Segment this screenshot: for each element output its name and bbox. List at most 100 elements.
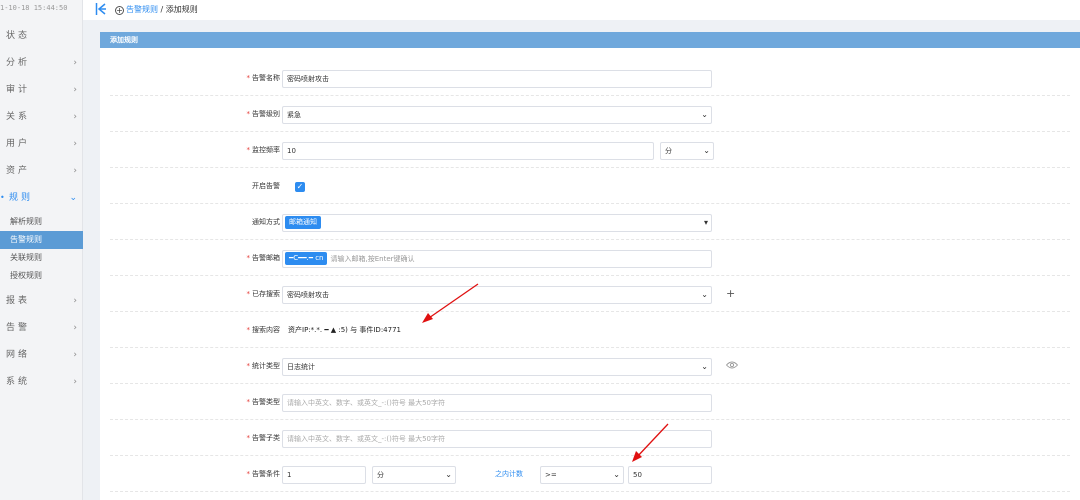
sidebar-item-label: 状态 [6, 31, 31, 41]
saved-search-select[interactable]: 密码喷射攻击 ⌄ [282, 286, 712, 304]
sidebar-subitem-parse-rules[interactable]: 解析规则 [0, 213, 83, 231]
form-row-alert-level: * 告警级别 : 紧急 ⌄ [110, 96, 1070, 132]
colon: : [268, 398, 271, 406]
required-mark: * [246, 110, 251, 118]
required-mark: * [246, 398, 251, 406]
top-bar: + 告警规则 / 添加规则 [83, 0, 1080, 20]
chevron-right-icon: › [73, 296, 77, 306]
stat-type-select[interactable]: 日志统计 ⌄ [282, 358, 712, 376]
sidebar-item-network[interactable]: 网络 › [0, 343, 83, 370]
chevron-right-icon: › [73, 166, 77, 176]
panel-title: 添加规则 [100, 32, 1080, 48]
sidebar-item-assets[interactable]: 资产 › [0, 159, 83, 186]
sidebar-subitem-correlation-rules[interactable]: 关联规则 [0, 249, 83, 267]
form-row-monitor-frequency: * 监控频率 : 10 分 ⌄ [110, 132, 1070, 168]
required-mark: * [246, 362, 251, 370]
chevron-right-icon: › [73, 139, 77, 149]
sidebar-item-status[interactable]: 状态 [0, 24, 83, 51]
required-mark: * [246, 326, 251, 334]
chevron-down-icon: ⌄ [69, 193, 77, 203]
colon: : [268, 74, 271, 82]
chevron-right-icon: › [73, 112, 77, 122]
notify-method-select[interactable]: 邮箱通知 ▾ [282, 214, 712, 232]
sidebar-item-label: 告警 [6, 323, 31, 333]
count-within-link[interactable]: 之内计数 [495, 456, 523, 492]
sidebar-menu: 状态 分析 › 审计 › 关系 › 用户 › 资产 › • 规则 ⌄ 解析规则 告警规则 关联… [0, 24, 83, 397]
collapse-back-icon[interactable] [95, 2, 107, 16]
monitor-frequency-input[interactable]: 10 [282, 142, 654, 160]
sidebar-subitem-auth-rules[interactable]: 授权规则 [0, 267, 83, 285]
eye-icon[interactable] [726, 361, 738, 369]
breadcrumb-current: 添加规则 [165, 5, 198, 14]
colon: : [268, 182, 271, 190]
chevron-right-icon: › [73, 323, 77, 333]
sidebar-item-rules[interactable]: • 规则 ⌄ [0, 186, 83, 213]
chevron-down-icon: ⌄ [703, 146, 710, 155]
chevron-down-icon: ⌄ [613, 470, 620, 479]
alert-level-select[interactable]: 紧急 ⌄ [282, 106, 712, 124]
sidebar: 1-10-18 15:44:50 状态 分析 › 审计 › 关系 › 用户 › 资产 › … [0, 0, 83, 500]
condition-operator-select[interactable]: >= ⌄ [540, 466, 624, 484]
alert-type-input[interactable]: 请输入中英文、数字、或英文_-:()符号 最大50字符 [282, 394, 712, 412]
sidebar-item-users[interactable]: 用户 › [0, 132, 83, 159]
colon: : [268, 362, 271, 370]
breadcrumb-separator: / [158, 5, 166, 14]
chevron-right-icon: › [73, 377, 77, 387]
sidebar-item-alerts[interactable]: 告警 › [0, 316, 83, 343]
form-row-alert-condition: * 告警条件 : 1 分 ⌄ 之内计数 >= ⌄ 50 [110, 456, 1070, 492]
sidebar-item-label: 系统 [6, 377, 31, 387]
sidebar-item-system[interactable]: 系统 › [0, 370, 83, 397]
form-row-search-content: * 搜索内容 : 资产IP:*.*. ━ ▲ :5) 与 事件ID:4771 [110, 312, 1070, 348]
alert-subtype-input[interactable]: 请输入中英文、数字、或英文_-:()符号 最大50字符 [282, 430, 712, 448]
alert-email-input[interactable]: ━C━━.━ cn 请输入邮箱,按Enter键确认 [282, 250, 712, 268]
alert-name-input[interactable]: 密码喷射攻击 [282, 70, 712, 88]
colon: : [268, 326, 271, 334]
sidebar-item-analysis[interactable]: 分析 › [0, 51, 83, 78]
notify-method-tag[interactable]: 邮箱通知 [285, 216, 321, 229]
sidebar-item-reports[interactable]: 报表 › [0, 289, 83, 316]
clock: 1-10-18 15:44:50 [0, 4, 68, 12]
active-dot-icon: • [0, 193, 5, 202]
sidebar-item-relation[interactable]: 关系 › [0, 105, 83, 132]
enable-alert-checkbox[interactable]: ✓ [295, 182, 305, 192]
home-circle-icon: + [115, 6, 124, 15]
condition-unit-select[interactable]: 分 ⌄ [372, 466, 456, 484]
required-mark: * [246, 146, 251, 154]
sidebar-subitem-alert-rules[interactable]: 告警规则 [0, 231, 83, 249]
form-row-enable-alert: 开启告警 : ✓ [110, 168, 1070, 204]
chevron-down-icon: ⌄ [445, 470, 452, 479]
form-row-alert-email: * 告警邮箱 : ━C━━.━ cn 请输入邮箱,按Enter键确认 [110, 240, 1070, 276]
chevron-right-icon: › [73, 58, 77, 68]
sidebar-item-label: 分析 [6, 58, 31, 68]
sidebar-item-label: 规则 [9, 193, 34, 203]
breadcrumb: + 告警规则 / 添加规则 [115, 4, 198, 15]
breadcrumb-parent-link[interactable]: 告警规则 [126, 5, 158, 14]
form-row-saved-search: * 已存搜索 : 密码喷射攻击 ⌄ + [110, 276, 1070, 312]
chevron-down-icon: ⌄ [701, 110, 708, 119]
chevron-right-icon: › [73, 350, 77, 360]
chevron-down-icon: ⌄ [701, 290, 708, 299]
form-row-alert-name: * 告警名称 : 密码喷射攻击 [110, 60, 1070, 96]
email-tag[interactable]: ━C━━.━ cn [285, 252, 328, 265]
sidebar-item-label: 网络 [6, 350, 31, 360]
caret-down-icon: ▾ [703, 218, 708, 227]
condition-threshold-input[interactable]: 50 [628, 466, 712, 484]
required-mark: * [246, 434, 251, 442]
sidebar-item-label: 关系 [6, 112, 31, 122]
required-mark: * [246, 290, 251, 298]
colon: : [268, 146, 271, 154]
sidebar-item-label: 报表 [6, 296, 31, 306]
chevron-down-icon: ⌄ [701, 362, 708, 371]
frequency-unit-select[interactable]: 分 ⌄ [660, 142, 714, 160]
condition-count-input[interactable]: 1 [282, 466, 366, 484]
form-row-stat-type: * 统计类型 : 日志统计 ⌄ [110, 348, 1070, 384]
form-row-alert-type: * 告警类型 : 请输入中英文、数字、或英文_-:()符号 最大50字符 [110, 384, 1070, 420]
sidebar-item-label: 审计 [6, 85, 31, 95]
sidebar-item-label: 资产 [6, 166, 31, 176]
form-row-notify-method: 通知方式 : 邮箱通知 ▾ [110, 204, 1070, 240]
sidebar-item-audit[interactable]: 审计 › [0, 78, 83, 105]
add-icon[interactable]: + [726, 287, 735, 300]
colon: : [268, 218, 271, 226]
sidebar-item-label: 用户 [6, 139, 31, 149]
rules-submenu: 解析规则 告警规则 关联规则 授权规则 [0, 213, 83, 289]
